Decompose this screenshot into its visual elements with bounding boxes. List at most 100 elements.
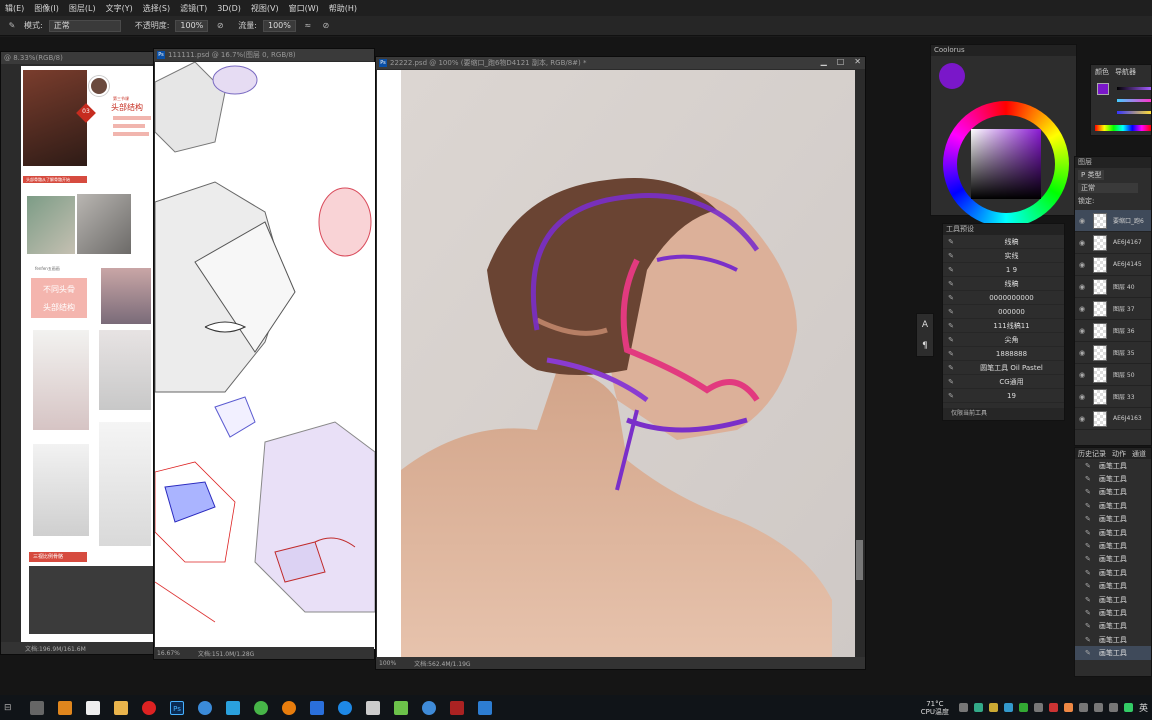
menu-item[interactable]: 3D(D) [212, 4, 246, 13]
visibility-eye-icon[interactable]: ◉ [1075, 349, 1089, 357]
visibility-eye-icon[interactable]: ◉ [1075, 415, 1089, 423]
tool-preset-item[interactable]: ✎ 000000 [943, 305, 1064, 319]
close-icon[interactable]: ✕ [854, 57, 861, 66]
history-step[interactable]: ✎ 画笔工具 [1075, 580, 1151, 593]
document-2-titlebar[interactable]: Ps 111111.psd @ 16.7%(图层 0, RGB/8) [154, 49, 374, 61]
tool-preset-item[interactable]: ✎ 1888888 [943, 347, 1064, 361]
slider-l[interactable] [1117, 87, 1151, 90]
history-step[interactable]: ✎ 画笔工具 [1075, 513, 1151, 526]
slider-a[interactable] [1117, 99, 1151, 102]
history-step[interactable]: ✎ 画笔工具 [1075, 606, 1151, 619]
color-tab[interactable]: 颜色 [1095, 67, 1109, 77]
layer-row[interactable]: ◉ 图层 50 [1075, 364, 1151, 386]
calculator-icon[interactable] [310, 700, 324, 715]
document-window-2[interactable]: Ps 111111.psd @ 16.7%(图层 0, RGB/8) 16.67… [153, 48, 375, 660]
actions-tab[interactable]: 动作 [1112, 449, 1126, 458]
visibility-eye-icon[interactable]: ◉ [1075, 327, 1089, 335]
player-icon[interactable] [394, 700, 408, 715]
visibility-eye-icon[interactable]: ◉ [1075, 283, 1089, 291]
foreground-color[interactable] [1097, 83, 1109, 95]
file-icon[interactable] [86, 700, 100, 715]
photoshop-icon[interactable]: Ps [170, 700, 184, 715]
folder-icon[interactable] [114, 700, 128, 715]
photo-canvas[interactable] [377, 70, 856, 660]
history-step[interactable]: ✎ 画笔工具 [1075, 553, 1151, 566]
brush-preset-icon[interactable]: ✎ [6, 20, 18, 32]
color-wheel[interactable] [943, 101, 1069, 227]
tray-icon-9[interactable] [1078, 703, 1088, 712]
history-step[interactable]: ✎ 画笔工具 [1075, 486, 1151, 499]
document-3-titlebar[interactable]: Ps 22222.psd @ 100% (要缩口_跑6物D4121 副本, RG… [376, 57, 865, 69]
menu-item[interactable]: 图像(I) [29, 3, 64, 14]
channels-tab[interactable]: 通道 [1132, 449, 1146, 458]
paragraph-panel-icon[interactable]: ¶ [922, 341, 928, 351]
app-icon-1[interactable] [30, 700, 44, 715]
qq-icon[interactable] [422, 700, 436, 715]
menu-item[interactable]: 辑(E) [0, 3, 29, 14]
history-step[interactable]: ✎ 画笔工具 [1075, 459, 1151, 472]
history-step[interactable]: ✎ 画笔工具 [1075, 646, 1151, 660]
menu-item[interactable]: 滤镜(T) [175, 3, 212, 14]
tray-icon-8[interactable] [1063, 703, 1073, 712]
sketch-canvas[interactable] [155, 62, 375, 649]
minimize-icon[interactable]: ▁ [821, 57, 827, 66]
menu-item[interactable]: 窗口(W) [284, 3, 324, 14]
browser-icon[interactable] [338, 700, 352, 715]
current-tool-only[interactable]: 仅限当前工具 [943, 408, 1064, 420]
mode-select[interactable]: 正常 [48, 19, 121, 32]
visibility-eye-icon[interactable]: ◉ [1075, 217, 1089, 225]
opacity-input[interactable]: 100% [175, 19, 209, 32]
tool-preset-item[interactable]: ✎ 1 9 [943, 263, 1064, 277]
menu-item[interactable]: 选择(S) [138, 3, 175, 14]
layer-row[interactable]: ◉ 图层 36 [1075, 320, 1151, 342]
game-icon[interactable] [450, 700, 464, 715]
tray-icon-4[interactable] [1003, 703, 1013, 712]
layer-row[interactable]: ◉ 图层 40 [1075, 276, 1151, 298]
history-step[interactable]: ✎ 画笔工具 [1075, 593, 1151, 606]
menu-item[interactable]: 文字(Y) [101, 3, 138, 14]
tray-icon-1[interactable] [958, 703, 968, 712]
document-window-3[interactable]: Ps 22222.psd @ 100% (要缩口_跑6物D4121 副本, RG… [375, 56, 866, 670]
visibility-eye-icon[interactable]: ◉ [1075, 393, 1089, 401]
pressure-size-icon[interactable]: ⊘ [320, 20, 332, 32]
tray-icon-3[interactable] [988, 703, 998, 712]
saturation-square[interactable] [971, 129, 1041, 199]
history-step[interactable]: ✎ 画笔工具 [1075, 472, 1151, 485]
document-2-zoom[interactable]: 16.67% [157, 650, 180, 657]
document-3-zoom[interactable]: 100% [379, 660, 396, 667]
weibo-icon[interactable] [142, 700, 156, 715]
history-step[interactable]: ✎ 画笔工具 [1075, 566, 1151, 579]
layer-row[interactable]: ◉ AE6J4167 [1075, 232, 1151, 254]
tool-preset-item[interactable]: ✎ 0000000000 [943, 291, 1064, 305]
tool-preset-item[interactable]: ✎ CG通用 [943, 375, 1064, 389]
sketch-app-icon[interactable] [198, 700, 212, 715]
menu-item[interactable]: 帮助(H) [324, 3, 362, 14]
tool-preset-item[interactable]: ✎ 实线 [943, 249, 1064, 263]
visibility-eye-icon[interactable]: ◉ [1075, 261, 1089, 269]
tool-preset-item[interactable]: ✎ 圆笔工具 Oil Pastel [943, 361, 1064, 375]
history-step[interactable]: ✎ 画笔工具 [1075, 620, 1151, 633]
history-step[interactable]: ✎ 画笔工具 [1075, 539, 1151, 552]
layer-row[interactable]: ◉ 图层 37 [1075, 298, 1151, 320]
pressure-opacity-icon[interactable]: ⊘ [214, 20, 226, 32]
chrome-icon[interactable] [254, 700, 268, 715]
history-step[interactable]: ✎ 画笔工具 [1075, 499, 1151, 512]
todo-icon[interactable] [478, 700, 492, 715]
tray-icon-10[interactable] [1093, 703, 1103, 712]
document-window-1[interactable]: @ 8.33%(RGB/8) 03 第三节课 头部结构 头部骨骼从了解骨骼开始 … [0, 51, 160, 655]
visibility-eye-icon[interactable]: ◉ [1075, 239, 1089, 247]
visibility-eye-icon[interactable]: ◉ [1075, 305, 1089, 313]
app-icon-2[interactable] [58, 700, 72, 715]
history-step[interactable]: ✎ 画笔工具 [1075, 633, 1151, 646]
tray-icon-2[interactable] [973, 703, 983, 712]
tray-icon-5[interactable] [1018, 703, 1028, 712]
menu-item[interactable]: 视图(V) [246, 3, 284, 14]
layer-row[interactable]: ◉ 图层 35 [1075, 342, 1151, 364]
character-panel-icon[interactable]: A [922, 320, 928, 330]
navigator-tab[interactable]: 导航器 [1115, 67, 1136, 77]
flow-input[interactable]: 100% [262, 19, 296, 32]
start-icon[interactable]: ⊟ [4, 703, 16, 713]
tool-preset-item[interactable]: ✎ 19 [943, 389, 1064, 403]
color-ramp[interactable] [1095, 125, 1151, 131]
history-tab[interactable]: 历史记录 [1078, 449, 1106, 458]
